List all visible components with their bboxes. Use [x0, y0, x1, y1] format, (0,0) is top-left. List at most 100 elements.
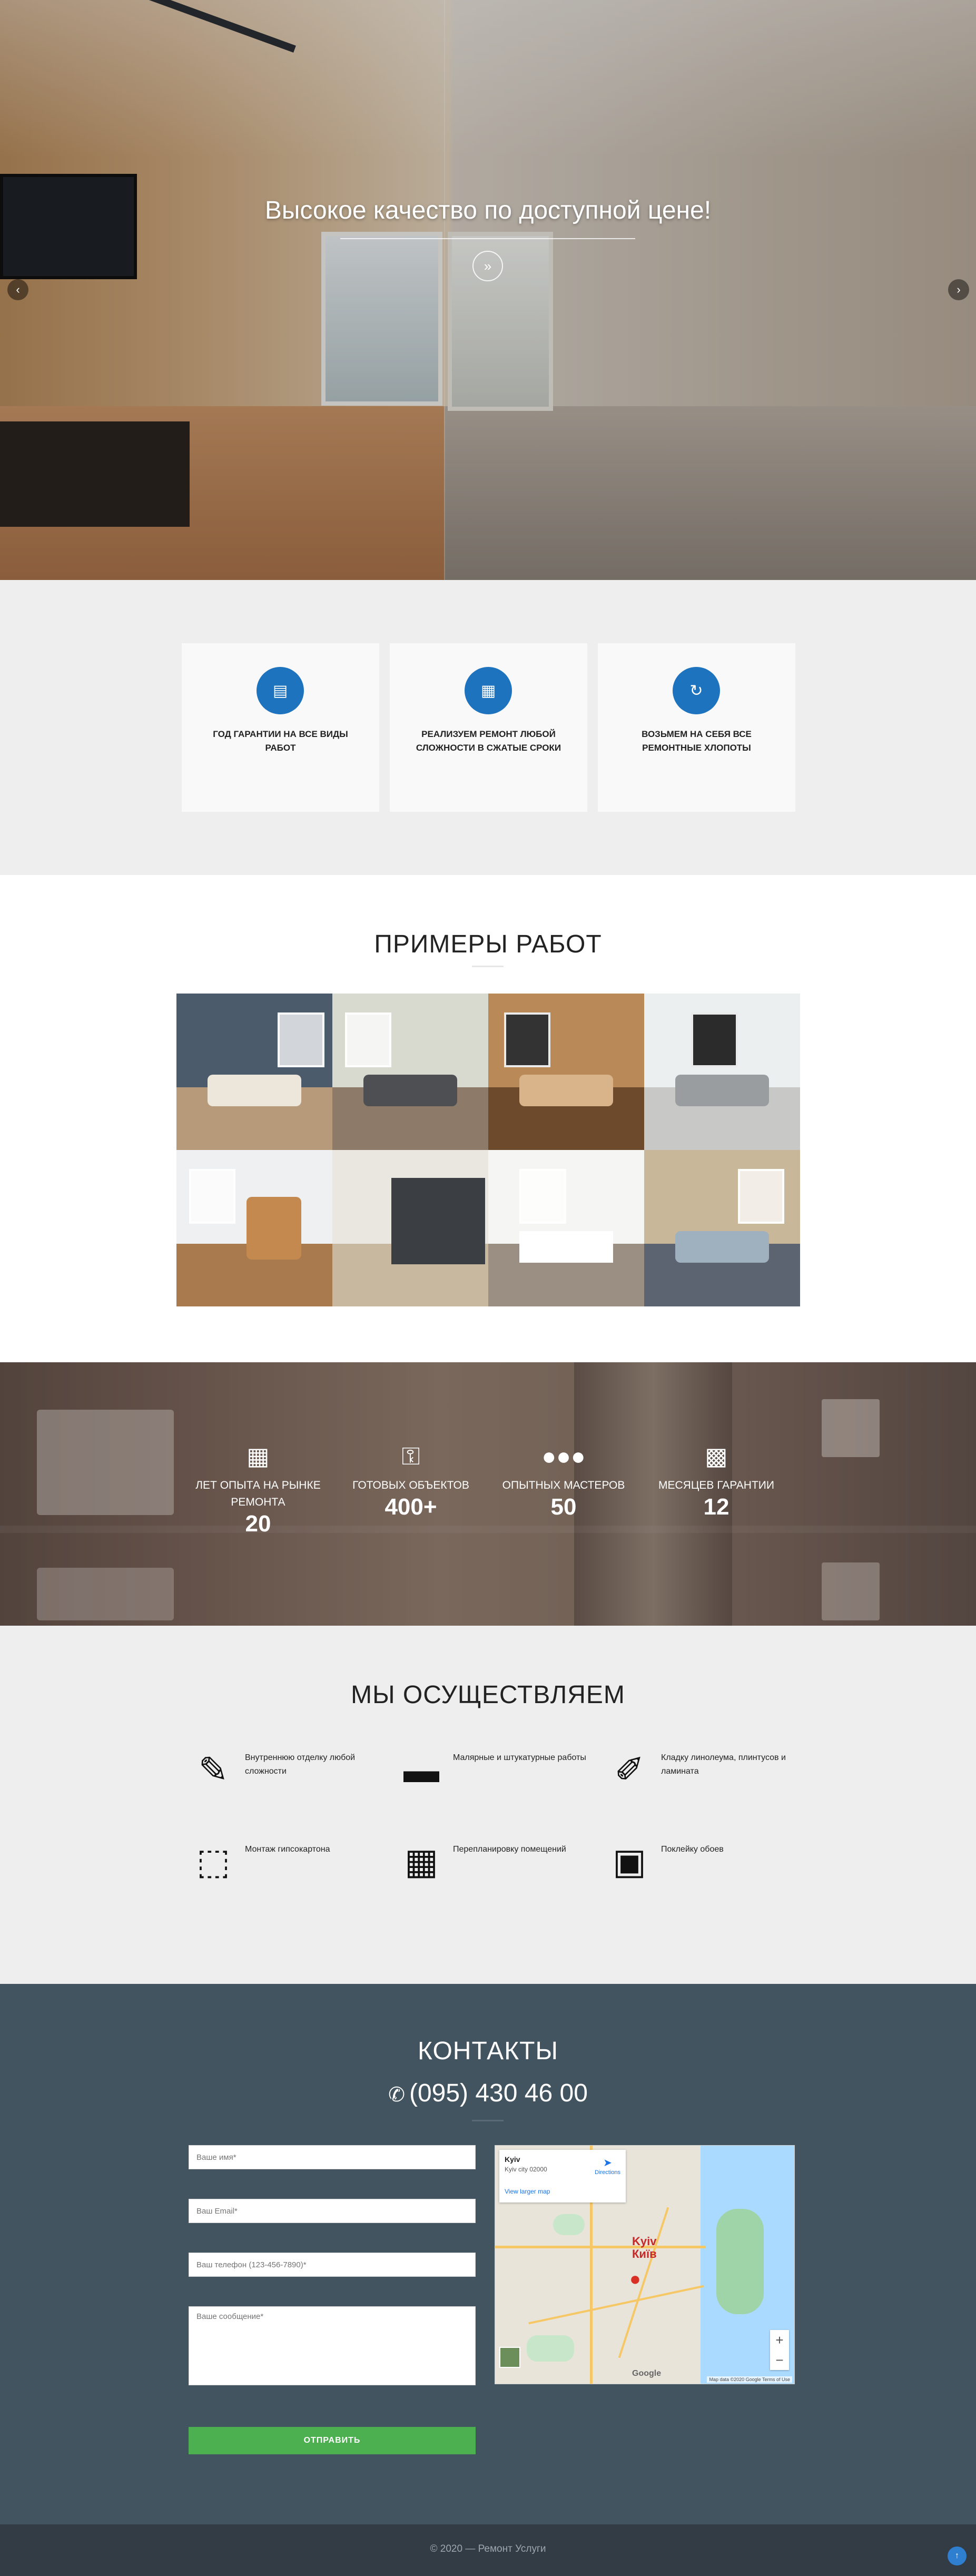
stat-item: ▩ Месяцев гарантии 12	[650, 1440, 782, 1520]
feature-text: Год гарантии на все виды работ	[213, 729, 348, 753]
stat-label: Готовых объектов	[352, 1479, 469, 1491]
stat-value: 12	[703, 1494, 729, 1520]
phone-field[interactable]	[189, 2253, 476, 2277]
message-field[interactable]	[189, 2306, 476, 2385]
works-title: Примеры работ	[374, 930, 602, 958]
section-divider	[472, 2120, 504, 2121]
gallery-image[interactable]	[488, 994, 644, 1150]
calendar-icon: ▦	[247, 1442, 270, 1470]
services-title: Мы осуществляем	[351, 1681, 625, 1709]
service-text: Малярные и штукатурные работы	[453, 1753, 586, 1762]
directions-icon: ➤	[603, 2157, 612, 2169]
map-info-card: Kyiv Kyiv city 02000 View larger map ➤ D…	[499, 2150, 626, 2203]
service-text: Внутреннюю отделку любой сложности	[245, 1753, 356, 1776]
chevron-right-icon[interactable]: ›	[948, 279, 969, 300]
map-pin-icon[interactable]: ●	[629, 2268, 641, 2290]
service-text: Монтаж гипсокартона	[245, 1845, 330, 1854]
submit-button[interactable]: Отправить	[189, 2427, 476, 2454]
chevron-left-icon[interactable]: ‹	[7, 279, 28, 300]
gallery-image[interactable]	[176, 994, 332, 1150]
footer-copyright: © 2020 — Ремонт Услуги	[430, 2543, 546, 2554]
drywall-icon: ⬚	[196, 1842, 231, 1882]
map-satellite-toggle[interactable]	[499, 2347, 520, 2368]
certificate-icon: ▤	[257, 667, 304, 714]
group-icon: ●●●	[541, 1442, 586, 1470]
feature-text: Возьмем на себя все ремонтные хлопоты	[642, 729, 752, 753]
card-icon: ▩	[705, 1442, 728, 1470]
service-text: Поклейку обоев	[661, 1845, 724, 1854]
hero-divider	[340, 238, 635, 239]
contacts-title: Контакты	[418, 2037, 558, 2065]
building-icon: ▦	[465, 667, 512, 714]
hero-overlay	[0, 0, 976, 580]
brick-wall-icon: ▦	[404, 1842, 439, 1882]
screwdriver-icon: ✎	[198, 1750, 229, 1790]
map-road	[528, 2285, 704, 2325]
directions-button[interactable]: ➤ Directions	[595, 2156, 620, 2176]
map-city-label: Kyiv Київ	[632, 2235, 657, 2260]
view-larger-map-link[interactable]: View larger map	[505, 2188, 550, 2195]
zoom-out-button[interactable]: −	[770, 2350, 789, 2370]
stat-item: ▦ Лет опыта на рынке ремонта 20	[192, 1440, 324, 1537]
map-city-cyrillic: Київ	[632, 2247, 657, 2260]
map-city-latin: Kyiv	[632, 2235, 657, 2248]
stat-label: Лет опыта на рынке ремонта	[195, 1479, 321, 1508]
map-terms[interactable]: Map data ©2020 Google Terms of Use	[707, 2376, 792, 2383]
map-road	[495, 2246, 706, 2248]
contacts-section: Контакты ✆(095) 430 46 00 Отправить Kyiv…	[0, 1984, 976, 2524]
stat-label: Месяцев гарантии	[658, 1479, 774, 1491]
stats-section: ▦ Лет опыта на рынке ремонта 20 ⚿ Готовы…	[0, 1362, 976, 1626]
stat-label: Опытных мастеров	[502, 1479, 625, 1491]
service-item: ▬ Малярные и штукатурные работы	[400, 1749, 608, 1796]
feature-card: ▦ Реализуем ремонт любой сложности в сжа…	[390, 643, 587, 812]
name-field[interactable]	[189, 2145, 476, 2169]
double-chevron-down-icon[interactable]: »	[472, 251, 503, 281]
service-item: ⬚ Монтаж гипсокартона	[192, 1841, 400, 1888]
section-divider	[472, 966, 504, 967]
feature-card: ↻ Возьмем на себя все ремонтные хлопоты	[598, 643, 795, 812]
footer: © 2020 — Ремонт Услуги ↑	[0, 2524, 976, 2576]
key-icon: ⚿	[401, 1442, 420, 1470]
stats-overlay	[0, 1362, 976, 1626]
features-section: ▤ Год гарантии на все виды работ ▦ Реали…	[0, 580, 976, 875]
works-gallery	[176, 994, 800, 1306]
stat-value: 50	[550, 1494, 577, 1520]
stat-item: ●●● Опытных мастеров 50	[498, 1440, 629, 1520]
map-park	[553, 2214, 585, 2235]
stat-value: 400+	[385, 1494, 437, 1520]
service-text: Перепланировку помещений	[453, 1845, 566, 1854]
gallery-image[interactable]	[644, 1150, 800, 1306]
google-logo: Google	[632, 2369, 662, 2378]
pen-icon: ✐	[614, 1750, 645, 1790]
email-field[interactable]	[189, 2199, 476, 2223]
phone-icon: ✆	[388, 2084, 405, 2106]
paint-roller-icon: ▬	[403, 1750, 439, 1790]
contact-phone[interactable]: ✆ (095) 430 46 00	[0, 2079, 976, 2108]
gallery-image[interactable]	[488, 1150, 644, 1306]
phone-number: (095) 430 46 00	[409, 2079, 588, 2107]
map-park	[716, 2209, 764, 2314]
hero-title: Высокое качество по доступной цене!	[264, 196, 712, 224]
directions-label: Directions	[595, 2169, 620, 2176]
zoom-in-button[interactable]: +	[770, 2330, 789, 2350]
stat-item: ⚿ Готовых объектов 400+	[345, 1440, 477, 1520]
map-zoom-control: + −	[770, 2330, 789, 2370]
service-text: Кладку линолеума, плинтусов и ламината	[661, 1753, 786, 1776]
image-icon: ▣	[612, 1842, 647, 1882]
arrow-up-icon[interactable]: ↑	[948, 2546, 967, 2565]
services-section: Мы осуществляем ✎ Внутреннюю отделку люб…	[0, 1626, 976, 1984]
map-road	[618, 2207, 669, 2358]
map-park	[527, 2335, 574, 2362]
refresh-icon: ↻	[673, 667, 720, 714]
hero-slider: Высокое качество по доступной цене! » ‹ …	[0, 0, 976, 580]
service-item: ✎ Внутреннюю отделку любой сложности	[192, 1749, 400, 1796]
gallery-image[interactable]	[332, 1150, 488, 1306]
feature-card: ▤ Год гарантии на все виды работ	[182, 643, 379, 812]
embedded-map[interactable]: Kyiv Kyiv city 02000 View larger map ➤ D…	[495, 2145, 795, 2384]
service-item: ▦ Перепланировку помещений	[400, 1841, 608, 1888]
service-item: ▣ Поклейку обоев	[608, 1841, 816, 1888]
service-item: ✐ Кладку линолеума, плинтусов и ламината	[608, 1749, 816, 1796]
gallery-image[interactable]	[332, 994, 488, 1150]
gallery-image[interactable]	[644, 994, 800, 1150]
gallery-image[interactable]	[176, 1150, 332, 1306]
